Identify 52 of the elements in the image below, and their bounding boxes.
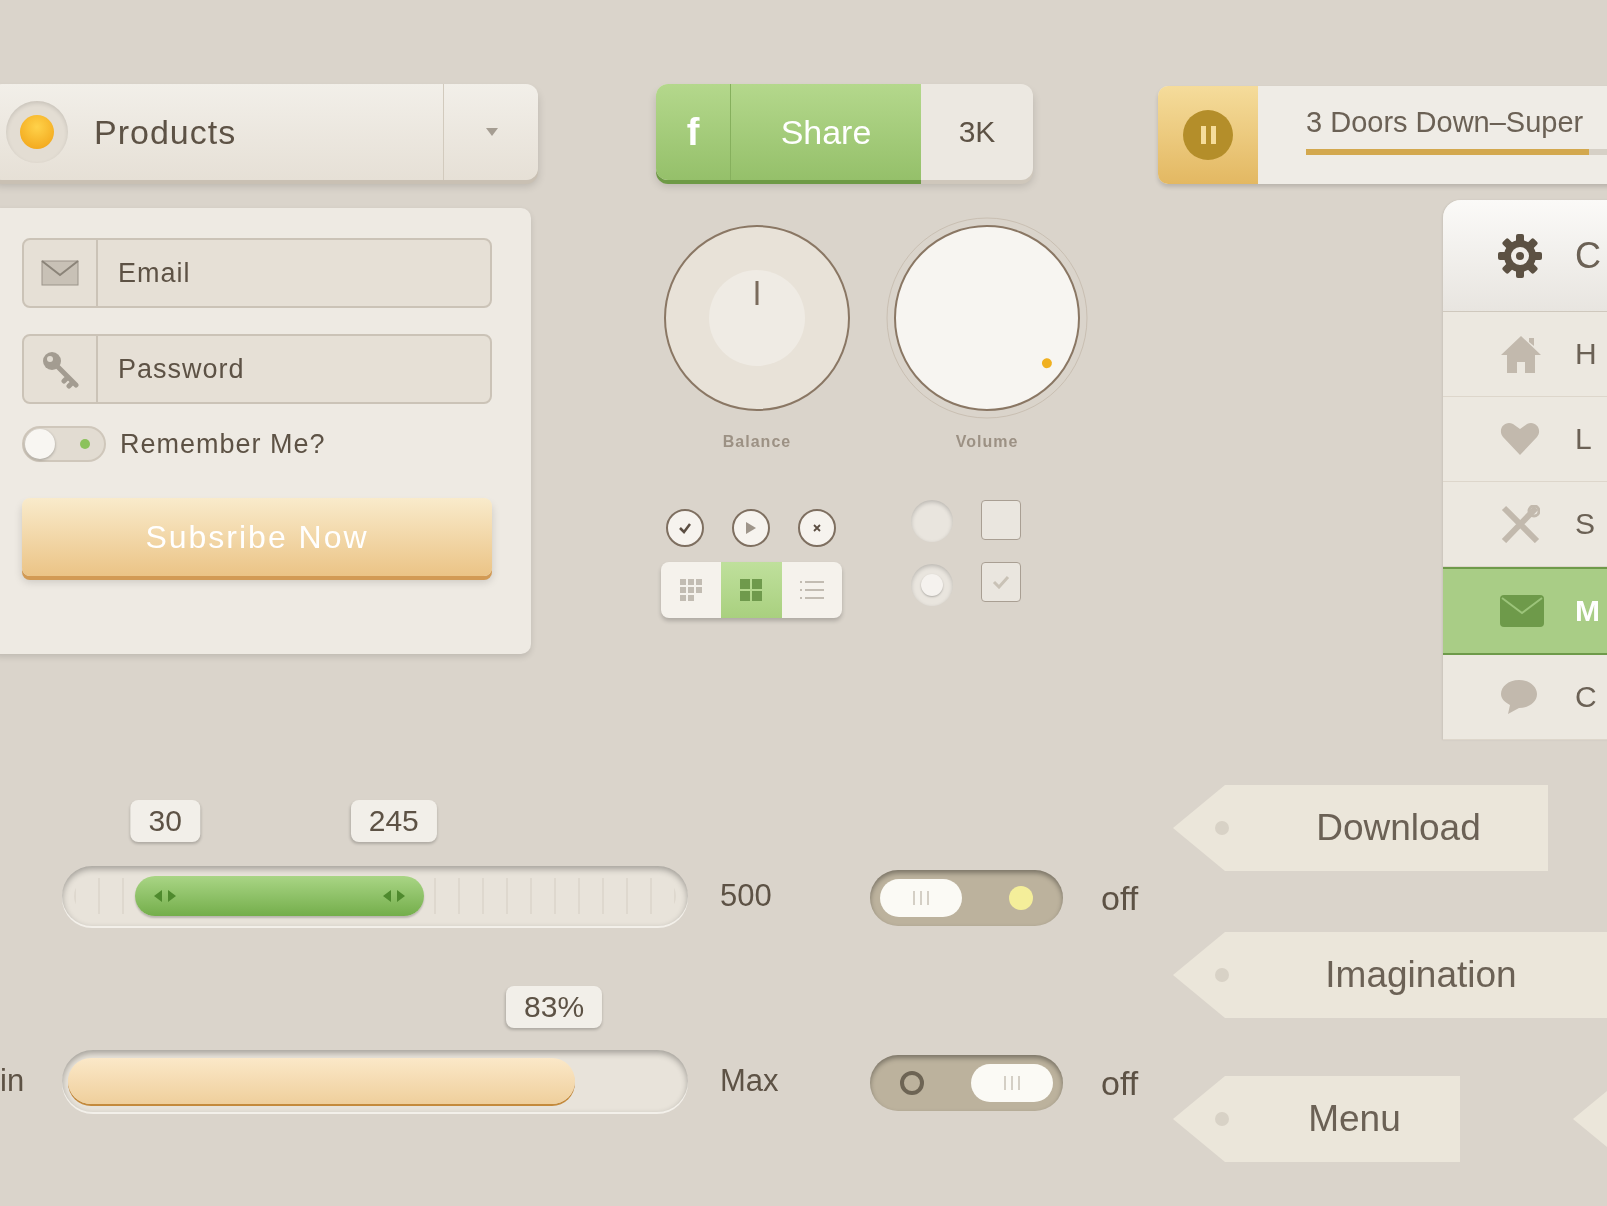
check-button[interactable] — [666, 509, 704, 547]
radio-button[interactable] — [911, 500, 953, 542]
sidebar-item[interactable]: C — [1443, 655, 1607, 740]
grid-icon — [740, 579, 763, 601]
max-label: Max — [720, 1063, 779, 1099]
pause-button[interactable] — [1183, 110, 1233, 160]
speech-bubble-icon — [1500, 679, 1538, 715]
remember-label: Remember Me? — [120, 428, 326, 460]
toggle-switch[interactable] — [870, 870, 1063, 926]
password-field[interactable]: Password — [22, 334, 492, 404]
tag-button[interactable]: Menu — [1173, 1076, 1460, 1162]
remember-toggle[interactable] — [22, 426, 106, 462]
tiles-icon — [680, 579, 703, 601]
settings-icon — [1497, 232, 1543, 279]
value-tooltip: 245 — [350, 800, 437, 842]
song-title: 3 Doors Down–Super — [1306, 106, 1585, 139]
min-label: in — [0, 1063, 26, 1099]
play-button[interactable] — [732, 509, 770, 547]
switch-label: off — [1101, 1063, 1139, 1103]
key-icon — [40, 349, 80, 389]
dropdown-label: Products — [94, 112, 238, 152]
checkbox[interactable] — [981, 500, 1021, 540]
value-tooltip: 30 — [130, 800, 200, 842]
tag-button[interactable]: Imagination — [1173, 932, 1607, 1018]
checkbox[interactable] — [981, 562, 1021, 602]
tools-icon — [1500, 505, 1540, 543]
share-count: 3K — [957, 114, 997, 150]
value-tooltip: 83% — [506, 986, 603, 1028]
email-field[interactable]: Email — [22, 238, 492, 308]
max-value: 500 — [720, 878, 772, 914]
toggle-switch[interactable] — [870, 1055, 1063, 1111]
close-icon — [812, 523, 822, 533]
radio-button[interactable] — [911, 564, 953, 606]
heart-icon — [1500, 422, 1540, 456]
switch-label: off — [1101, 878, 1139, 918]
close-button[interactable] — [798, 509, 836, 547]
caret-icon — [484, 126, 500, 138]
sidebar-item[interactable]: H — [1443, 312, 1607, 397]
checkmark-icon — [992, 575, 1010, 589]
envelope-icon — [41, 260, 79, 286]
house-icon — [1500, 334, 1542, 374]
envelope-icon — [1500, 595, 1544, 627]
grid-view-tab[interactable] — [721, 562, 782, 618]
facebook-logo: f — [656, 84, 731, 180]
sidebar-header: C — [1575, 234, 1601, 277]
sidebar-item[interactable]: L — [1443, 397, 1607, 482]
knob-label: Volume — [955, 433, 1019, 451]
tag-button[interactable]: Download — [1173, 785, 1548, 871]
checkmark-icon — [678, 522, 692, 534]
play-icon — [745, 521, 757, 535]
list-icon — [799, 580, 824, 600]
knob-label: Balance — [722, 433, 792, 451]
